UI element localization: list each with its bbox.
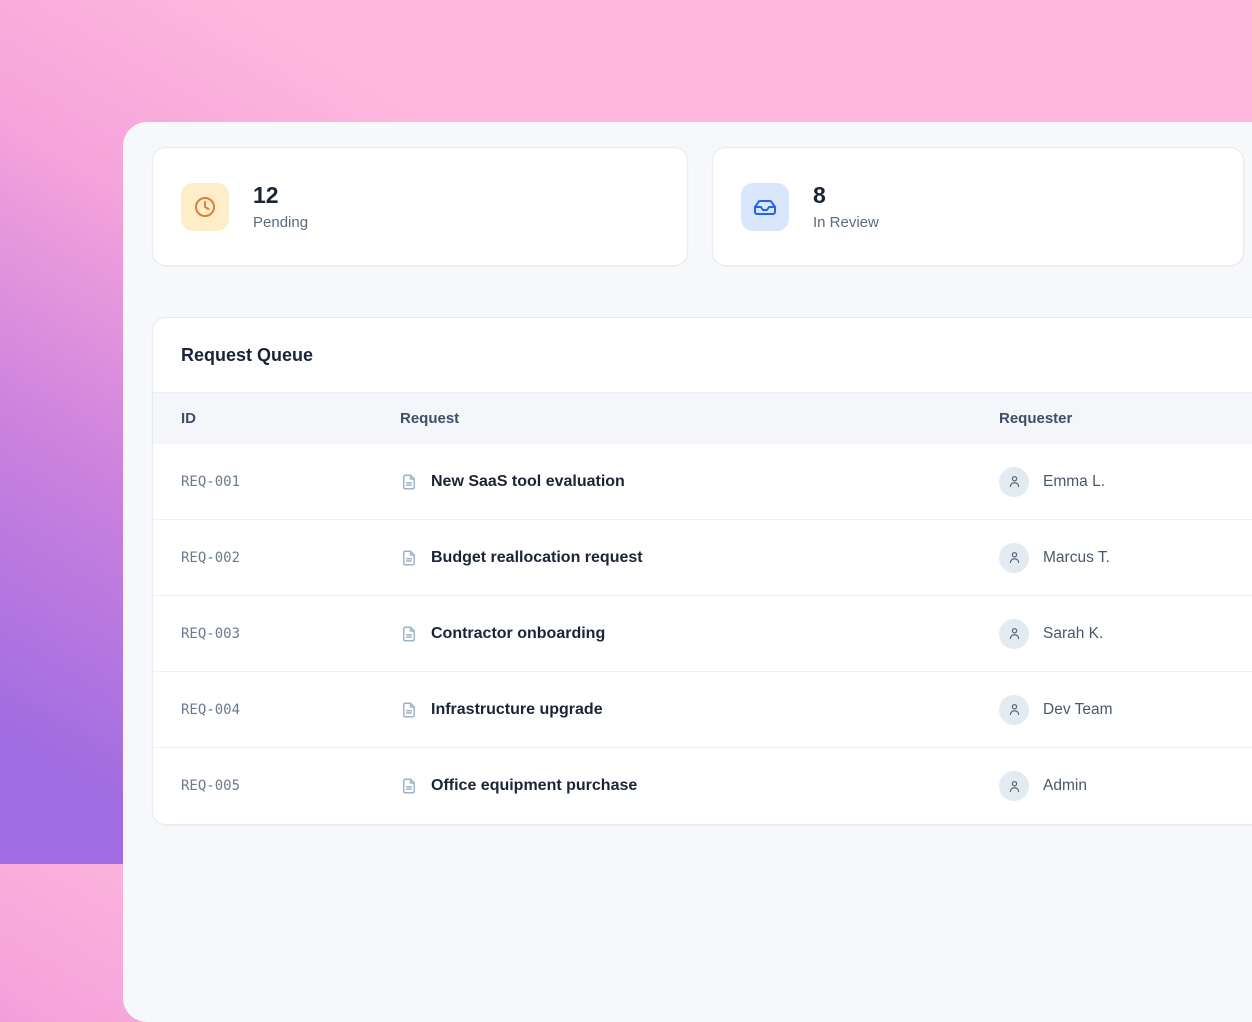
in-review-count: 8 (813, 182, 879, 210)
avatar (999, 771, 1029, 801)
requester-name: Emma L. (1043, 473, 1105, 491)
requester-cell: Dev Team (999, 695, 1252, 725)
request-title: Contractor onboarding (431, 625, 605, 643)
requester-cell: Sarah K. (999, 619, 1252, 649)
requester-name: Admin (1043, 777, 1087, 795)
request-cell: New SaaS tool evaluation (400, 473, 999, 491)
document-icon (400, 549, 418, 567)
request-cell: Infrastructure upgrade (400, 701, 999, 719)
stat-card-pending: 12 Pending (152, 147, 688, 266)
document-icon (400, 701, 418, 719)
requester-name: Marcus T. (1043, 549, 1110, 567)
column-header-requester: Requester (999, 410, 1252, 427)
stat-card-in-review: 8 In Review (712, 147, 1244, 266)
table-header-row: ID Request Requester (153, 392, 1252, 444)
request-title: Infrastructure upgrade (431, 701, 603, 719)
stat-text-pending: 12 Pending (253, 182, 308, 231)
inbox-icon (741, 183, 789, 231)
requester-name: Sarah K. (1043, 625, 1103, 643)
request-title: Office equipment purchase (431, 777, 637, 795)
pending-count: 12 (253, 182, 308, 210)
request-id: REQ-002 (181, 550, 400, 566)
avatar (999, 467, 1029, 497)
request-queue-title: Request Queue (153, 318, 1252, 392)
column-header-request: Request (400, 410, 999, 427)
table-row[interactable]: REQ-002 Budget reallocation request (153, 520, 1252, 596)
requester-name: Dev Team (1043, 701, 1113, 719)
main-panel: 12 Pending 8 In Review Request Queue ID … (123, 122, 1252, 1022)
request-cell: Office equipment purchase (400, 777, 999, 795)
clock-icon (181, 183, 229, 231)
requester-cell: Admin (999, 771, 1252, 801)
document-icon (400, 777, 418, 795)
request-cell: Contractor onboarding (400, 625, 999, 643)
table-row[interactable]: REQ-005 Office equipment purchase (153, 748, 1252, 824)
document-icon (400, 473, 418, 491)
column-header-id: ID (181, 410, 400, 427)
in-review-label: In Review (813, 214, 879, 231)
request-id: REQ-001 (181, 474, 400, 490)
table-row[interactable]: REQ-004 Infrastructure upgrade (153, 672, 1252, 748)
request-queue-card: Request Queue ID Request Requester REQ-0… (152, 317, 1252, 825)
avatar (999, 543, 1029, 573)
request-id: REQ-005 (181, 778, 400, 794)
request-id: REQ-004 (181, 702, 400, 718)
table-row[interactable]: REQ-003 Contractor onboarding S (153, 596, 1252, 672)
requester-cell: Emma L. (999, 467, 1252, 497)
requester-cell: Marcus T. (999, 543, 1252, 573)
request-title: New SaaS tool evaluation (431, 473, 625, 491)
stats-row: 12 Pending 8 In Review (152, 147, 1252, 266)
table-row[interactable]: REQ-001 New SaaS tool evaluation (153, 444, 1252, 520)
avatar (999, 695, 1029, 725)
avatar (999, 619, 1029, 649)
document-icon (400, 625, 418, 643)
request-title: Budget reallocation request (431, 549, 643, 567)
request-cell: Budget reallocation request (400, 549, 999, 567)
pending-label: Pending (253, 214, 308, 231)
request-id: REQ-003 (181, 626, 400, 642)
stat-text-in-review: 8 In Review (813, 182, 879, 231)
